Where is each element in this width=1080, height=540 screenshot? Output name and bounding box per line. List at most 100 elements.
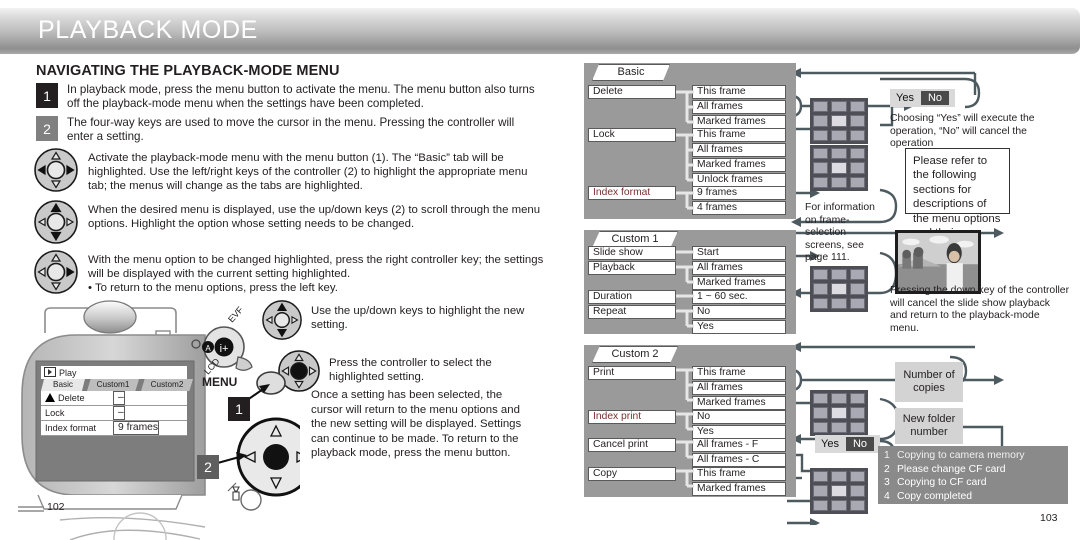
copy-progress-messages: 1 Copying to camera memory 2 Please change… [878,446,1068,504]
lcd-row-index-format[interactable]: Index format 9 frames [41,421,187,436]
value-lock-unlock-frames[interactable]: Unlock frames [692,173,786,187]
value-repeat-no[interactable]: No [692,305,786,319]
value-print-marked-frames[interactable]: Marked frames [692,396,786,410]
tab-basic[interactable]: Basic [592,64,670,81]
value-delete-marked-frames[interactable]: Marked frames [692,115,786,129]
lcd-title-text: Play [59,368,77,378]
page-number-left: 102 [47,501,65,513]
lcd-row-delete[interactable]: Delete – [41,391,187,406]
value-copy-marked-frames[interactable]: Marked frames [692,482,786,496]
page-header-bar: PLAYBACK MODE [0,8,1080,54]
lcd-title-bar: Play [41,366,187,379]
tree-brackets-custom1 [676,250,694,328]
option-duration[interactable]: Duration [588,290,676,304]
option-index-print[interactable]: Index print [588,410,676,424]
value-delete-this-frame[interactable]: This frame [692,85,786,99]
no-label[interactable]: No [845,437,875,451]
frame-selection-screen-icon [810,390,868,436]
frame-selection-screen-icon [810,145,868,191]
yes-no-confirm-top[interactable]: Yes No [890,89,956,107]
lcd-row-index-format-label: Index format [45,423,97,433]
page-number-right: 103 [1040,512,1058,524]
value-playback-marked-frames[interactable]: Marked frames [692,276,786,290]
value-lock-all-frames[interactable]: All frames [692,143,786,157]
value-index-4-frames[interactable]: 4 frames [692,201,786,215]
value-repeat-yes[interactable]: Yes [692,320,786,334]
option-copy[interactable]: Copy [588,467,676,481]
instruction-paragraph-5: Press the controller to select the highl… [278,350,538,392]
value-index-print-no[interactable]: No [692,410,786,424]
value-index-print-yes[interactable]: Yes [692,425,786,439]
lcd-tab-basic[interactable]: Basic [41,379,85,391]
lcd-row-lock-value: – [113,406,125,420]
value-print-all-frames[interactable]: All frames [692,381,786,395]
step-2: 2 The four-way keys are used to move the… [36,116,541,144]
value-lock-this-frame[interactable]: This frame [692,128,786,142]
value-slideshow-start[interactable]: Start [692,246,786,260]
controller-pad-icon [34,148,78,192]
lcd-tab-custom2[interactable]: Custom2 [141,379,193,391]
step-1: 1 In playback mode, press the menu butto… [36,83,541,111]
instruction-paragraph-6: Once a setting has been selected, the cu… [311,389,522,460]
callout-badge-2: 2 [197,455,219,479]
instruction-paragraph-3: With the menu option to be changed highl… [34,250,544,295]
lcd-row-lock-label: Lock [45,408,65,418]
tree-brackets-custom2 [676,368,694,488]
copy-message-4: 4 Copy completed [884,490,973,502]
option-print[interactable]: Print [588,366,676,380]
step-2-badge: 2 [36,116,58,141]
note-frame-selection: For information on frame-selection scree… [805,202,875,264]
frame-selection-screen-icon [810,98,868,144]
value-print-this-frame[interactable]: This frame [692,366,786,380]
value-index-9-frames[interactable]: 9 frames [692,186,786,200]
option-playback[interactable]: Playback [588,261,676,275]
value-duration-range[interactable]: 1 ~ 60 sec. [692,290,786,304]
option-slide-show[interactable]: Slide show [588,246,676,260]
value-playback-all-frames[interactable]: All frames [692,261,786,275]
instruction-paragraph-5-text: Press the controller to select the highl… [329,357,492,383]
instruction-paragraph-2: When the desired menu is displayed, use … [34,200,544,244]
option-index-format[interactable]: Index format [588,186,676,200]
gray-box-new-folder-number: New folder number [895,408,963,444]
frame-selection-screen-icon [810,266,868,312]
tree-brackets-basic [676,90,694,210]
yes-label[interactable]: Yes [821,438,839,450]
frame-selection-screen-icon [810,468,868,514]
option-repeat[interactable]: Repeat [588,305,676,319]
controller-pad-icon [34,200,78,244]
tab-custom2[interactable]: Custom 2 [592,346,678,363]
lcd-tab-custom1[interactable]: Custom1 [87,379,139,391]
lcd-row-delete-value: – [113,391,125,405]
no-label[interactable]: No [920,91,950,105]
camera-illustration: i+ A EVF LCD MENU 1 2 Play Basic Custom1 [0,295,300,540]
yes-no-confirm-bottom[interactable]: Yes No [815,435,881,453]
value-delete-all-frames[interactable]: All frames [692,100,786,114]
note-slideshow-cancel: Pressing the down key of the controller … [890,285,1070,334]
callout-badge-1: 1 [228,397,250,421]
page-title: PLAYBACK MODE [38,16,258,44]
option-delete[interactable]: Delete [588,85,676,99]
value-lock-marked-frames[interactable]: Marked frames [692,158,786,172]
box-refer-note: Please refer to the following sections f… [905,148,1010,253]
menu-button-label: MENU [202,375,238,389]
note-yes-no: Choosing “Yes” will execute the operatio… [890,113,1035,150]
play-icon [44,367,56,377]
lcd-row-index-format-value: 9 frames [113,421,160,435]
step-2-text: The four-way keys are used to move the c… [67,116,515,144]
value-cancel-all-frames-f[interactable]: All frames - F [692,438,786,452]
instruction-paragraph-4-text: Use the up/down keys to highlight the ne… [311,305,525,331]
value-cancel-all-frames-c[interactable]: All frames - C [692,453,786,467]
option-cancel-print[interactable]: Cancel print [588,438,676,452]
lcd-row-lock[interactable]: Lock – [41,406,187,421]
svg-text:i+: i+ [220,343,229,355]
gray-box-number-of-copies: Number of copies [895,362,963,402]
instruction-paragraph-1: Activate the playback-mode menu with the… [34,148,544,193]
value-copy-this-frame[interactable]: This frame [692,467,786,481]
option-lock[interactable]: Lock [588,128,676,142]
copy-message-2: 2 Please change CF card [884,463,1006,475]
yes-label[interactable]: Yes [896,92,914,104]
step-1-text: In playback mode, press the menu button … [67,83,535,111]
section-title: NAVIGATING THE PLAYBACK-MODE MENU [36,63,340,79]
instruction-paragraph-2-text: When the desired menu is displayed, use … [88,204,541,230]
copy-message-3: 3 Copying to CF card [884,477,987,488]
